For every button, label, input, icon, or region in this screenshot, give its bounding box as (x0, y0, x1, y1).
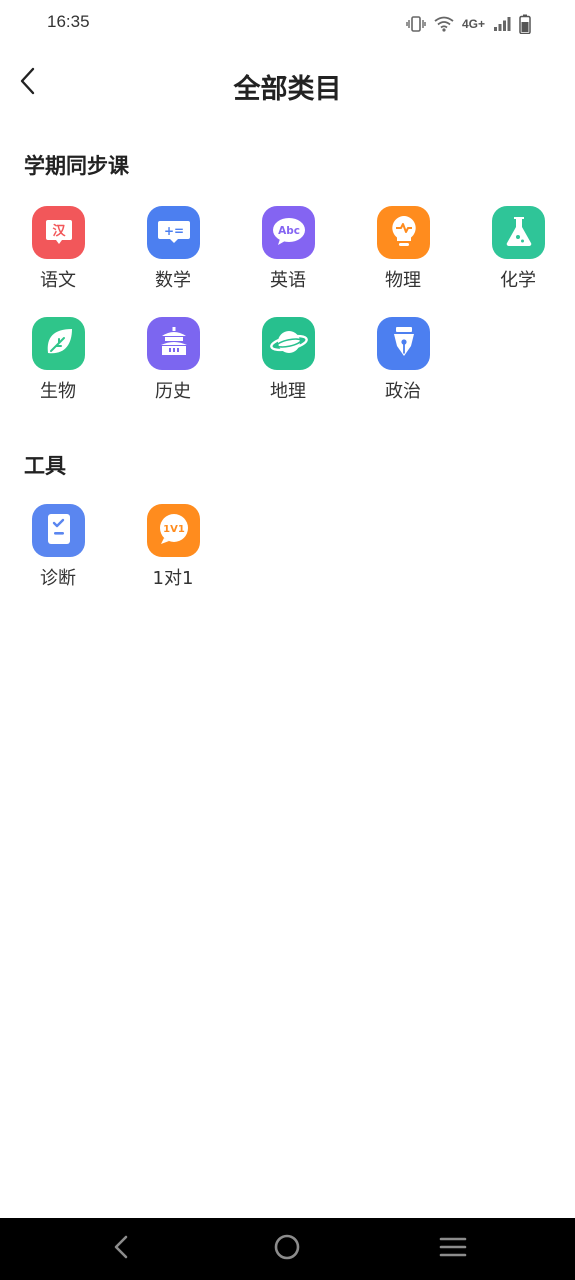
status-bar: 16:35 4G+ (0, 0, 575, 48)
course-item-geography[interactable]: 地理 (238, 317, 338, 413)
pulse-bulb-icon (387, 213, 421, 253)
tile-bg: += (147, 206, 200, 259)
flask-icon (503, 214, 535, 252)
pen-nib-icon (388, 324, 420, 364)
english-glyph: Abc (278, 225, 300, 237)
signal-icon (493, 16, 511, 32)
tile-bg (147, 317, 200, 370)
vibrate-icon (406, 16, 426, 32)
tile-bg (262, 317, 315, 370)
system-nav-bar (0, 1218, 575, 1280)
abc-bubble-icon: Abc (270, 214, 308, 252)
checklist-icon (43, 511, 75, 551)
course-label: 历史 (155, 381, 191, 402)
nav-home-button[interactable] (270, 1232, 304, 1266)
chinese-glyph: 汉 (52, 223, 66, 239)
tile-bg (32, 504, 85, 557)
screen: 16:35 4G+ 全部类目 学期同步课 汉 语文 += 数学 Abc 英语 物… (0, 0, 575, 1280)
nav-back-icon (111, 1234, 131, 1264)
nav-menu-button[interactable] (436, 1232, 470, 1266)
temple-icon (157, 325, 191, 363)
course-label: 政治 (385, 381, 421, 402)
tool-item-one-on-one[interactable]: 1V1 1对1 (123, 504, 223, 600)
one-on-one-glyph: 1V1 (163, 524, 185, 535)
tool-label: 诊断 (40, 568, 76, 589)
page-title: 全部类目 (233, 74, 342, 105)
section-title-courses: 学期同步课 (24, 154, 129, 178)
course-item-history[interactable]: 历史 (123, 317, 223, 413)
status-icons: 4G+ (406, 12, 531, 36)
planet-icon (269, 325, 308, 363)
nav-home-icon (273, 1233, 301, 1265)
course-label: 生物 (40, 381, 76, 402)
course-label: 物理 (385, 270, 421, 291)
course-label: 语文 (40, 270, 76, 291)
status-time: 16:35 (47, 12, 90, 31)
course-item-politics[interactable]: 政治 (353, 317, 453, 413)
nav-menu-icon (439, 1235, 467, 1263)
tile-bg (377, 317, 430, 370)
chinese-char-icon: 汉 (42, 214, 76, 252)
math-glyph: += (163, 224, 183, 238)
tile-bg (32, 317, 85, 370)
course-label: 数学 (155, 270, 191, 291)
wifi-icon (434, 16, 454, 32)
tile-bg (377, 206, 430, 259)
nav-back-button[interactable] (104, 1232, 138, 1266)
network-type: 4G+ (461, 17, 485, 31)
header: 全部类目 (0, 55, 575, 113)
tool-label: 1对1 (152, 568, 194, 589)
math-equation-icon: += (156, 214, 192, 252)
tile-bg: 1V1 (147, 504, 200, 557)
course-item-physics[interactable]: 物理 (353, 206, 453, 302)
course-item-english[interactable]: Abc 英语 (238, 206, 338, 302)
course-label: 化学 (500, 270, 536, 291)
tile-bg: Abc (262, 206, 315, 259)
course-item-math[interactable]: += 数学 (123, 206, 223, 302)
course-label: 地理 (270, 381, 306, 402)
tile-bg: 汉 (32, 206, 85, 259)
course-item-biology[interactable]: 生物 (8, 317, 108, 413)
course-item-chinese[interactable]: 汉 语文 (8, 206, 108, 302)
tile-bg (492, 206, 545, 259)
tool-item-diagnosis[interactable]: 诊断 (8, 504, 108, 600)
leaf-icon (42, 325, 76, 363)
course-label: 英语 (270, 270, 306, 291)
section-title-tools: 工具 (24, 454, 66, 478)
course-item-chemistry[interactable]: 化学 (468, 206, 568, 302)
battery-icon (519, 14, 531, 34)
one-on-one-chat-icon: 1V1 (156, 511, 192, 551)
